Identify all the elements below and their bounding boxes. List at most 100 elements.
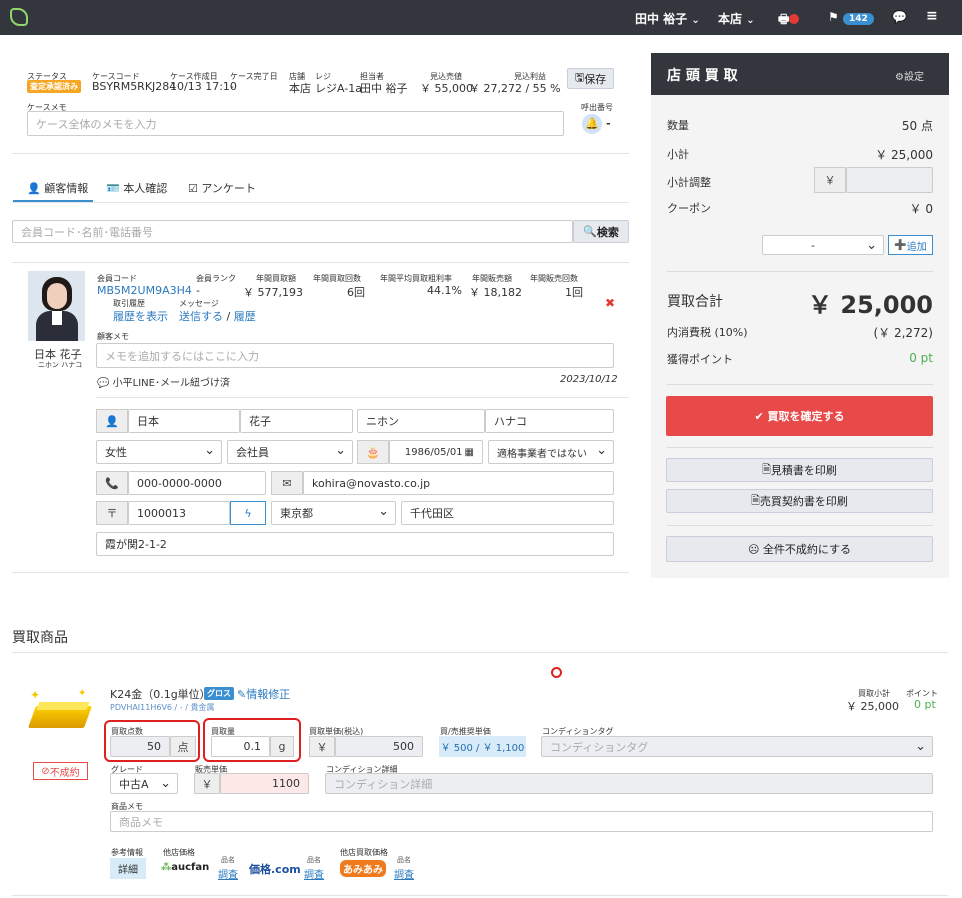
grade-select[interactable]: 中古A — [110, 773, 178, 794]
condition-detail-placeholder: コンディション詳細 — [334, 777, 433, 791]
address-input[interactable]: 霞が関2-1-2 — [96, 532, 614, 556]
birthday-input[interactable]: 1986/05/01 ▦ — [389, 440, 483, 464]
print-contract-label: 売買契約書を印刷 — [759, 495, 848, 508]
margin-value: 44.1% — [427, 284, 462, 297]
line-status-text: 小平LINE･メール紐づけ済 — [112, 378, 230, 389]
total-value: ￥ 25,000 — [808, 291, 933, 319]
first-kana-input[interactable]: ハナコ — [485, 409, 614, 433]
email-value: kohira@novasto.co.jp — [312, 476, 431, 490]
last-kana-input[interactable]: ニホン — [357, 409, 485, 433]
app-logo-icon[interactable] — [10, 8, 28, 26]
zip-input[interactable]: 1000013 — [128, 501, 230, 525]
item-memo-input[interactable]: 商品メモ — [110, 811, 933, 832]
lightning-icon: ϟ — [244, 506, 252, 520]
message-send-link[interactable]: 送信する — [179, 310, 223, 323]
notification-flag[interactable]: ⚑ 142 — [828, 10, 874, 25]
sale-price-value: 1100 — [272, 777, 300, 790]
calendar-icon[interactable]: ▦ — [465, 447, 474, 458]
confirm-purchase-button[interactable]: ✔ 買取を確定する — [666, 396, 933, 436]
message-history-link[interactable]: 履歴 — [234, 310, 256, 323]
email-input[interactable]: kohira@novasto.co.jp — [303, 471, 614, 495]
id-card-icon: 🪪 — [106, 182, 120, 195]
member-search-input[interactable]: 会員コード･名前･電話番号 — [12, 220, 573, 243]
customer-memo-label: 顧客メモ — [97, 332, 129, 341]
hamburger-menu-icon[interactable]: ≡ — [926, 8, 938, 24]
item-cancel-button[interactable]: ⊘ 不成約 — [33, 762, 88, 780]
store-value: 本店 — [289, 82, 311, 95]
tab-customer-info[interactable]: 👤 顧客情報 — [27, 180, 88, 196]
aucfan-logo[interactable]: ⁂aucfan — [161, 862, 209, 873]
store-menu[interactable]: 本店 ⌄ — [718, 10, 755, 27]
message-separator: / — [226, 310, 231, 323]
customer-memo-input[interactable]: メモを追加するにはここに入力 — [96, 343, 614, 368]
panel-header: 店 頭 買 取 ⚙設定 — [651, 53, 949, 95]
yen-addon: ￥ — [194, 773, 220, 794]
item-unit-price-input[interactable]: 500 — [335, 736, 423, 757]
chat-bubble-icon: 💬 — [97, 378, 110, 389]
person-icon: 👤 — [96, 409, 128, 433]
panel-title: 店 頭 買 取 — [667, 68, 738, 84]
gender-select[interactable]: 女性 — [96, 440, 222, 464]
tab-identity[interactable]: 🪪 本人確認 — [106, 180, 167, 196]
bell-icon[interactable]: 🔔 — [582, 114, 602, 134]
points-label: 獲得ポイント — [667, 353, 733, 366]
amiami-survey-link[interactable]: 調査 — [394, 866, 414, 881]
invoice-value: 適格事業者ではない — [497, 448, 587, 460]
annual-amount-value: ￥ 577,193 — [243, 286, 303, 299]
printer-status[interactable]: 🖶 — [778, 10, 800, 31]
job-value: 会社員 — [236, 446, 269, 459]
history-link[interactable]: 履歴を表示 — [113, 308, 168, 324]
chevron-down-icon: ⌄ — [691, 15, 700, 26]
settings-link[interactable]: ⚙設定 — [895, 68, 924, 83]
remove-customer-icon[interactable]: ✖ — [605, 296, 615, 310]
city-input[interactable]: 千代田区 — [401, 501, 614, 525]
print-contract-button[interactable]: 🗎 売買契約書を印刷 — [666, 489, 933, 513]
condition-tag-select[interactable]: コンディションタグ — [541, 736, 933, 757]
phone-value: 000-0000-0000 — [137, 476, 222, 490]
name-small-label: 品名 — [307, 856, 321, 864]
member-rank-value: - — [196, 284, 200, 297]
cancel-all-button[interactable]: ☹ 全件不成約にする — [666, 536, 933, 562]
kakaku-logo[interactable]: 価格.com — [249, 861, 301, 877]
member-rank-label: 会員ランク — [196, 274, 236, 283]
est-sales-value: ￥ 55,000 — [420, 82, 473, 95]
job-select[interactable]: 会社員 — [227, 440, 353, 464]
print-estimate-button[interactable]: 🗎 見積書を印刷 — [666, 458, 933, 482]
sale-price-input[interactable]: 1100 — [220, 773, 309, 794]
user-menu[interactable]: 田中 裕子 ⌄ — [635, 10, 700, 27]
subtotal-label: 小計 — [667, 148, 689, 161]
first-name-input[interactable]: 花子 — [240, 409, 353, 433]
yen-sign: ￥ — [201, 777, 213, 791]
last-name-value: 日本 — [137, 415, 159, 428]
sales-amount-label: 年間販売額 — [472, 274, 512, 283]
invoice-select[interactable]: 適格事業者ではない — [488, 440, 614, 464]
name-small-label: 品名 — [397, 856, 411, 864]
search-button[interactable]: 🔍 検索 — [573, 220, 629, 243]
coupon-select[interactable]: - — [762, 235, 884, 255]
add-coupon-button[interactable]: ➕ 追加 — [888, 235, 933, 255]
case-memo-input[interactable]: ケース全体のメモを入力 — [27, 111, 564, 136]
save-button[interactable]: 🖫 保存 — [567, 68, 614, 89]
postal-mark-icon: 〒 — [96, 501, 128, 525]
prefecture-select[interactable]: 東京都 — [271, 501, 396, 525]
weight-highlight — [203, 718, 301, 762]
kakaku-survey-link[interactable]: 調査 — [304, 866, 324, 881]
subtotal-adjust-input[interactable] — [846, 167, 933, 193]
amiami-logo[interactable]: あみあみ — [340, 860, 386, 877]
tab-label: アンケート — [201, 182, 256, 195]
condition-detail-input[interactable]: コンディション詳細 — [325, 773, 933, 794]
chat-button[interactable]: 💬 — [892, 10, 907, 24]
user-icon: 👤 — [27, 182, 41, 195]
zip-lookup-button[interactable]: ϟ — [230, 501, 266, 525]
tax-value: (￥ 2,272) — [873, 326, 933, 340]
item-edit-link[interactable]: ✎情報修正 — [237, 686, 290, 702]
ref-detail-button[interactable]: 詳細 — [110, 858, 146, 879]
tab-survey[interactable]: ☑ アンケート — [188, 180, 256, 196]
aucfan-survey-link[interactable]: 調査 — [218, 866, 238, 881]
phone-input[interactable]: 000-0000-0000 — [128, 471, 266, 495]
member-code-link[interactable]: MB5M2UM9A3H4 — [97, 284, 192, 297]
coupon-select-value: - — [811, 238, 815, 252]
flag-count-badge: 142 — [842, 13, 874, 25]
annual-amount-label: 年間買取額 — [256, 274, 296, 283]
last-name-input[interactable]: 日本 — [128, 409, 240, 433]
